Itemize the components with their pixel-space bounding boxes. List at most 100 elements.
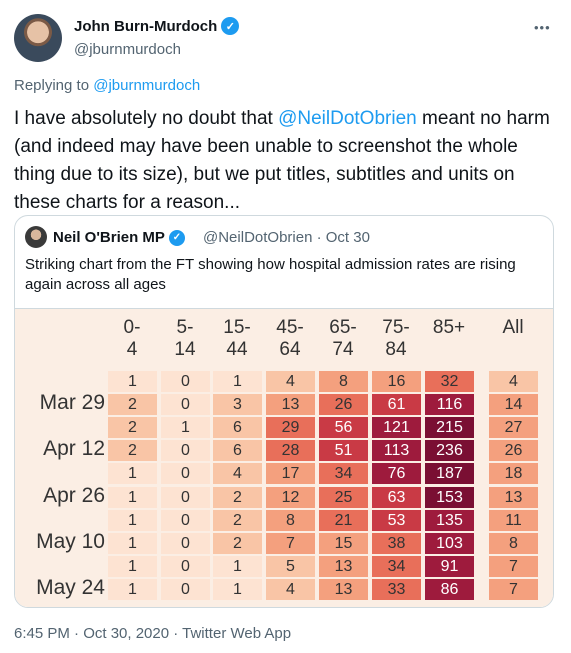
heatmap-cell: 13 [266,394,315,416]
more-options-icon[interactable]: ••• [534,20,551,35]
heatmap-cell: 2 [213,509,262,531]
heatmap-cell: 4 [489,371,538,392]
heatmap-cell: 215 [425,417,474,439]
tweet-text-before: I have absolutely no doubt that [14,108,279,129]
heatmap-cell: 1 [213,578,262,600]
heatmap-cell: 86 [425,578,474,600]
heatmap-cell: 4 [266,578,315,600]
heatmap-cell: 14 [489,394,538,416]
heatmap-cell: 61 [372,394,421,416]
column-header: 65- 74 [329,317,357,360]
heatmap-cell: 33 [372,578,421,600]
verified-badge-icon: ✓ [221,17,240,35]
heatmap-cell: 11 [489,509,538,531]
heatmap-cell: 34 [319,463,368,485]
heatmap-cell: 17 [266,463,315,485]
heatmap-cell: 16 [372,371,421,392]
row-label: May 24 [36,575,105,599]
heatmap-cell: 0 [161,394,210,416]
column-header: 85+ [432,317,466,338]
heatmap-cell: 7 [489,578,538,600]
heatmap-cell: 3 [213,394,262,416]
quoted-author-name[interactable]: Neil O'Brien MP ✓ [53,229,185,246]
heatmap-cell: 8 [489,532,538,554]
author-name-text[interactable]: John Burn-Murdoch [74,18,217,35]
heatmap-cell: 27 [489,417,538,439]
heatmap-cell: 2 [108,394,157,416]
heatmap-cell: 1 [108,371,157,392]
heatmap-cell: 12 [266,486,315,508]
heatmap-cell: 2 [213,532,262,554]
heatmap-cell: 4 [213,463,262,485]
quoted-tweet[interactable]: Neil O'Brien MP ✓ @NeilDotObrien · Oct 3… [14,215,554,608]
heatmap-cell: 7 [489,555,538,577]
heatmap-cell: 32 [425,371,474,392]
heatmap-cell: 187 [425,463,474,485]
column-header: All [502,317,524,338]
heatmap-cell: 1 [108,463,157,485]
heatmap-cell: 26 [319,394,368,416]
author-avatar[interactable] [14,14,62,62]
heatmap-cell: 28 [266,440,315,462]
heatmap-cell: 1 [108,578,157,600]
column-header: 75- 84 [382,317,410,360]
row-label: Apr 26 [43,483,105,507]
heatmap-cell: 116 [425,394,474,416]
row-label: Mar 29 [39,391,105,415]
mention-link[interactable]: @NeilDotObrien [278,108,417,129]
quoted-verified-badge-icon: ✓ [168,229,185,246]
heatmap-cell: 63 [372,486,421,508]
heatmap-cell: 21 [319,509,368,531]
heatmap-cell: 6 [213,440,262,462]
author-handle[interactable]: @jburnmurdoch [74,41,181,58]
author-name[interactable]: John Burn-Murdoch ✓ [74,17,240,35]
heatmap-cell: 135 [425,509,474,531]
row-label: May 10 [36,529,105,553]
quoted-avatar[interactable] [25,226,47,248]
heatmap-cell: 1 [108,486,157,508]
replying-handle-link[interactable]: @jburnmurdoch [93,77,200,94]
tweet-text: I have absolutely no doubt that @NeilDot… [14,105,559,217]
heatmap-cell: 6 [213,417,262,439]
quoted-text: Striking chart from the FT showing how h… [25,256,516,293]
heatmap-cell: 2 [108,440,157,462]
heatmap-cell: 29 [266,417,315,439]
heatmap-cell: 113 [372,440,421,462]
heatmap-cell: 26 [489,440,538,462]
tweet-timestamp[interactable]: 6:45 PM · Oct 30, 2020 · Twitter Web App [14,625,291,642]
heatmap-cell: 2 [108,417,157,439]
column-header: 15- 44 [223,317,251,360]
heatmap-cell: 8 [319,371,368,392]
heatmap-cell: 18 [489,463,538,485]
heatmap-cell: 0 [161,578,210,600]
heatmap-cell: 0 [161,509,210,531]
heatmap-cell: 91 [425,555,474,577]
column-header: 0- 4 [123,317,141,360]
replying-prefix: Replying to [14,77,94,94]
quoted-author-name-text[interactable]: Neil O'Brien MP [53,229,165,246]
heatmap-cell: 8 [266,509,315,531]
quoted-meta[interactable]: @NeilDotObrien · Oct 30 [203,229,370,246]
column-header: 5- 14 [174,317,196,360]
heatmap-cell: 1 [108,532,157,554]
heatmap-cell: 103 [425,532,474,554]
heatmap-cell: 13 [319,578,368,600]
heatmap-cell: 5 [266,555,315,577]
column-header: 45- 64 [276,317,304,360]
heatmap-cell: 0 [161,440,210,462]
heatmap-cell: 2 [213,486,262,508]
row-label: Apr 12 [43,437,105,461]
heatmap-cell: 1 [108,555,157,577]
heatmap-chart-image[interactable]: 0- 4 5- 14 15- 44 45- 64 65- 74 75- 84 85+ All 1… [15,308,553,607]
replying-to: Replying to @jburnmurdoch [14,77,200,94]
heatmap-cell: 1 [213,371,262,392]
heatmap-cell: 7 [266,532,315,554]
heatmap-cell: 34 [372,555,421,577]
heatmap-cell: 76 [372,463,421,485]
heatmap-cell: 0 [161,555,210,577]
heatmap-cell: 1 [161,417,210,439]
heatmap-cell: 53 [372,509,421,531]
heatmap-cell: 121 [372,417,421,439]
heatmap-cell: 0 [161,371,210,392]
heatmap-cell: 1 [213,555,262,577]
